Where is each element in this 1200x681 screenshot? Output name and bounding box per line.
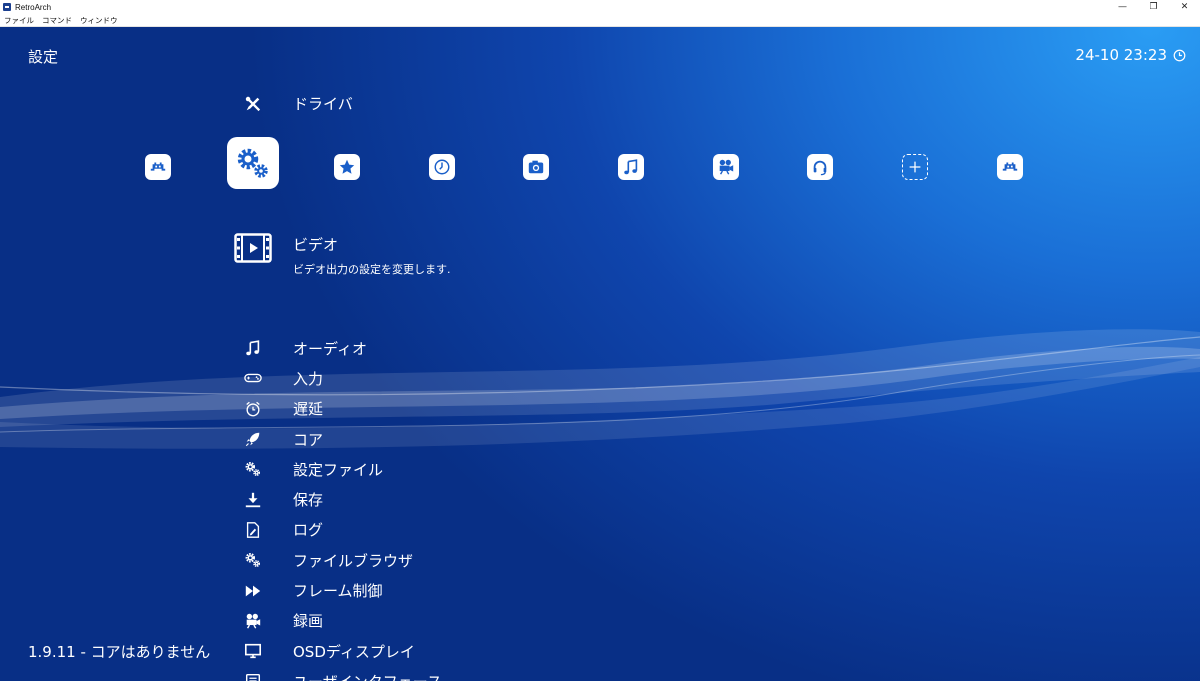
menubar: ファイル コマンド ウィンドウ — [0, 14, 1200, 27]
ui-list-icon — [245, 674, 261, 681]
list-item-label: OSDディスプレイ — [293, 642, 415, 661]
clock-text: 24-10 23:23 — [1075, 46, 1167, 64]
list-item-label: オーディオ — [293, 339, 367, 358]
retroarch-app-icon — [3, 3, 11, 11]
film-camera-icon — [246, 613, 261, 629]
tab-music[interactable] — [618, 154, 644, 180]
menu-item-file-browser[interactable]: ファイルブラウザ — [243, 545, 442, 575]
menu-item-core[interactable]: コア — [243, 424, 442, 454]
menu-item-label: ドライバ — [293, 95, 353, 113]
tab-settings[interactable] — [227, 137, 279, 189]
menu-item-config-file[interactable]: 設定ファイル — [243, 454, 442, 484]
retroarch-invader-icon — [150, 162, 166, 171]
music-note-icon — [246, 340, 260, 356]
fast-forward-icon — [245, 585, 261, 596]
plus-icon — [909, 161, 921, 173]
alarm-clock-icon — [246, 401, 260, 417]
menu-window[interactable]: ウィンドウ — [76, 15, 122, 26]
menu-item-osd[interactable]: OSDディスプレイ — [243, 636, 442, 666]
list-item-label: ファイルブラウザ — [293, 551, 414, 570]
page-title: 設定 — [28, 48, 59, 66]
menu-item-saving[interactable]: 保存 — [243, 484, 442, 514]
list-item-label: 録画 — [293, 612, 324, 631]
list-item-label: コア — [293, 430, 324, 449]
menu-item-logging[interactable]: ログ — [243, 515, 442, 545]
window-controls: — ❐ ✕ — [1107, 0, 1200, 14]
monitor-icon — [244, 643, 262, 659]
xmb-menu: 設定 24-10 23:23 ドライバ ビデオ ビデオ出力の設定を変更します. … — [0, 27, 1200, 681]
tab-images[interactable] — [523, 154, 549, 180]
gears-icon — [245, 462, 261, 477]
clock-icon — [1173, 49, 1186, 61]
tab-content[interactable] — [997, 154, 1023, 180]
tools-icon — [245, 96, 261, 111]
list-item-label: 保存 — [293, 491, 324, 510]
download-icon — [245, 492, 261, 507]
tab-history[interactable] — [429, 154, 455, 180]
minimize-button[interactable]: — — [1107, 0, 1138, 14]
gears-icon — [245, 553, 261, 568]
menu-item-video[interactable]: ビデオ ビデオ出力の設定を変更します. — [234, 233, 451, 277]
menu-item-frame-throttle[interactable]: フレーム制御 — [243, 575, 442, 605]
list-item-label: 入力 — [293, 369, 324, 388]
menu-command[interactable]: コマンド — [38, 15, 76, 26]
close-button[interactable]: ✕ — [1169, 0, 1200, 14]
window-titlebar: RetroArch — ❐ ✕ — [0, 0, 1200, 14]
list-item-label: 設定ファイル — [293, 460, 384, 479]
log-file-icon — [246, 522, 260, 538]
ribbon-background — [0, 329, 1200, 449]
list-item-label: 遅延 — [293, 400, 324, 419]
list-item-label: ログ — [293, 521, 324, 540]
music-icon — [624, 159, 638, 175]
menu-file[interactable]: ファイル — [0, 15, 38, 26]
retroarch-invader-icon — [1002, 162, 1018, 171]
restore-button[interactable]: ❐ — [1138, 0, 1169, 14]
menu-item-input[interactable]: 入力 — [243, 363, 442, 393]
tab-favorites[interactable] — [334, 154, 360, 180]
tab-main-menu[interactable] — [145, 154, 171, 180]
version-status: 1.9.11 - コアはありません — [28, 643, 211, 661]
active-item-description: ビデオ出力の設定を変更します. — [293, 263, 451, 276]
menu-item-recording[interactable]: 録画 — [243, 606, 442, 636]
menu-item-drivers[interactable]: ドライバ — [244, 93, 353, 114]
star-icon — [339, 159, 355, 174]
gamepad-icon — [244, 374, 262, 383]
menu-item-user-interface[interactable]: ユーザインタフェース — [243, 666, 442, 681]
menu-item-latency[interactable]: 遅延 — [243, 394, 442, 424]
video-film-icon — [234, 233, 272, 263]
headset-icon — [813, 160, 827, 176]
tab-netplay[interactable] — [807, 154, 833, 180]
film-camera-icon — [719, 159, 734, 175]
menu-item-audio[interactable]: オーディオ — [243, 333, 442, 363]
list-item-label: ユーザインタフェース — [293, 671, 442, 681]
rocket-icon — [245, 432, 260, 447]
active-item-label: ビデオ — [293, 236, 339, 254]
tab-video[interactable] — [713, 154, 739, 180]
tab-add[interactable] — [902, 154, 928, 180]
clock: 24-10 23:23 — [1075, 46, 1186, 64]
history-clock-icon — [434, 159, 450, 175]
list-item-label: フレーム制御 — [293, 582, 383, 601]
gears-icon — [237, 148, 268, 178]
window-title: RetroArch — [15, 2, 52, 12]
camera-icon — [528, 160, 544, 174]
settings-list: オーディオ 入力 遅延 コア 設定ファイル 保存 ログ ファイルブラウザ フレー… — [243, 333, 442, 681]
